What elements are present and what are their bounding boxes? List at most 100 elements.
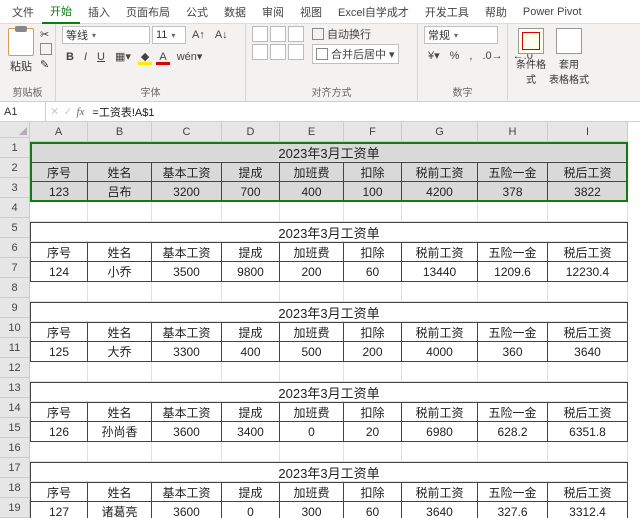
row-header-17[interactable]: 17 — [0, 458, 30, 478]
row-header-15[interactable]: 15 — [0, 418, 30, 438]
tab-learn[interactable]: Excel自学成才 — [330, 1, 417, 23]
data-cell[interactable]: 124 — [30, 262, 88, 282]
data-cell[interactable]: 20 — [344, 422, 402, 442]
tab-layout[interactable]: 页面布局 — [118, 1, 178, 23]
data-cell[interactable]: 400 — [222, 342, 280, 362]
cell[interactable] — [222, 442, 280, 462]
col-label[interactable]: 税后工资 — [548, 322, 628, 342]
col-header-H[interactable]: H — [478, 122, 548, 142]
col-label[interactable]: 序号 — [30, 482, 88, 502]
font-size-combo[interactable]: 11▾ — [152, 26, 186, 44]
data-cell[interactable]: 500 — [280, 342, 344, 362]
row-header-7[interactable]: 7 — [0, 258, 30, 278]
cell[interactable] — [344, 442, 402, 462]
currency-icon[interactable]: ¥▾ — [424, 47, 444, 64]
col-label[interactable]: 序号 — [30, 162, 88, 182]
paste-button[interactable]: 粘贴 — [6, 26, 36, 76]
col-label[interactable]: 提成 — [222, 322, 280, 342]
col-label[interactable]: 姓名 — [88, 162, 152, 182]
slip-title[interactable]: 2023年3月工资单 — [30, 462, 628, 482]
cut-icon[interactable]: ✂ — [40, 28, 52, 40]
cell[interactable] — [344, 362, 402, 382]
col-label[interactable]: 税后工资 — [548, 242, 628, 262]
row-header-2[interactable]: 2 — [0, 158, 30, 178]
col-label[interactable]: 五险一金 — [478, 322, 548, 342]
data-cell[interactable]: 378 — [478, 182, 548, 202]
comma-icon[interactable]: , — [465, 48, 476, 64]
wrap-text-button[interactable]: 自动换行 — [312, 26, 399, 42]
col-label[interactable]: 姓名 — [88, 242, 152, 262]
cell[interactable] — [280, 282, 344, 302]
col-label[interactable]: 税前工资 — [402, 402, 478, 422]
row-header-18[interactable]: 18 — [0, 478, 30, 498]
col-label[interactable]: 提成 — [222, 162, 280, 182]
data-cell[interactable]: 3200 — [152, 182, 222, 202]
col-header-C[interactable]: C — [152, 122, 222, 142]
cell[interactable] — [152, 442, 222, 462]
data-cell[interactable]: 6980 — [402, 422, 478, 442]
tab-formulas[interactable]: 公式 — [178, 1, 216, 23]
cell[interactable] — [30, 202, 88, 222]
data-cell[interactable]: 1209.6 — [478, 262, 548, 282]
col-label[interactable]: 姓名 — [88, 322, 152, 342]
row-header-8[interactable]: 8 — [0, 278, 30, 298]
data-cell[interactable]: 3312.4 — [548, 502, 628, 518]
data-cell[interactable]: 3600 — [152, 422, 222, 442]
cell[interactable] — [222, 362, 280, 382]
formula-input[interactable]: =工资表!A$1 — [88, 104, 640, 120]
tab-dev[interactable]: 开发工具 — [417, 1, 477, 23]
col-label[interactable]: 提成 — [222, 402, 280, 422]
data-cell[interactable]: 360 — [478, 342, 548, 362]
data-cell[interactable]: 3640 — [548, 342, 628, 362]
tab-powerpivot[interactable]: Power Pivot — [515, 3, 590, 21]
data-cell[interactable]: 100 — [344, 182, 402, 202]
format-table-button[interactable]: 套用 表格格式 — [552, 26, 586, 88]
data-cell[interactable]: 12230.4 — [548, 262, 628, 282]
data-cell[interactable]: 200 — [280, 262, 344, 282]
data-cell[interactable]: 4200 — [402, 182, 478, 202]
cell[interactable] — [548, 282, 628, 302]
row-header-13[interactable]: 13 — [0, 378, 30, 398]
cell[interactable] — [88, 202, 152, 222]
col-label[interactable]: 基本工资 — [152, 162, 222, 182]
col-label[interactable]: 扣除 — [344, 482, 402, 502]
data-cell[interactable]: 3822 — [548, 182, 628, 202]
fill-color-button[interactable]: ◆ — [137, 48, 153, 65]
cell[interactable] — [88, 362, 152, 382]
tab-data[interactable]: 数据 — [216, 1, 254, 23]
data-cell[interactable]: 327.6 — [478, 502, 548, 518]
row-header-3[interactable]: 3 — [0, 178, 30, 198]
conditional-format-button[interactable]: 条件格式 — [514, 26, 548, 88]
col-label[interactable]: 税后工资 — [548, 482, 628, 502]
slip-title[interactable]: 2023年3月工资单 — [30, 382, 628, 402]
col-label[interactable]: 税前工资 — [402, 162, 478, 182]
col-label[interactable]: 姓名 — [88, 482, 152, 502]
cell[interactable] — [152, 202, 222, 222]
cell[interactable] — [88, 282, 152, 302]
italic-button[interactable]: I — [80, 49, 91, 65]
data-cell[interactable]: 60 — [344, 262, 402, 282]
slip-title[interactable]: 2023年3月工资单 — [30, 142, 628, 162]
data-cell[interactable]: 诸葛亮 — [88, 502, 152, 518]
tab-view[interactable]: 视图 — [292, 1, 330, 23]
col-label[interactable]: 序号 — [30, 242, 88, 262]
col-label[interactable]: 扣除 — [344, 162, 402, 182]
cell[interactable] — [222, 202, 280, 222]
data-cell[interactable]: 孙尚香 — [88, 422, 152, 442]
cell[interactable] — [548, 202, 628, 222]
col-label[interactable]: 加班费 — [280, 162, 344, 182]
cell[interactable] — [344, 282, 402, 302]
cell[interactable] — [152, 282, 222, 302]
data-cell[interactable]: 大乔 — [88, 342, 152, 362]
tab-insert[interactable]: 插入 — [80, 1, 118, 23]
increase-font-icon[interactable]: A↑ — [188, 27, 209, 43]
accept-formula-icon[interactable]: ✓ — [63, 105, 72, 118]
select-all-corner[interactable] — [0, 122, 30, 138]
data-cell[interactable]: 125 — [30, 342, 88, 362]
underline-button[interactable]: U — [93, 49, 109, 65]
col-label[interactable]: 序号 — [30, 402, 88, 422]
data-cell[interactable]: 13440 — [402, 262, 478, 282]
col-label[interactable]: 姓名 — [88, 402, 152, 422]
col-label[interactable]: 基本工资 — [152, 322, 222, 342]
data-cell[interactable]: 3600 — [152, 502, 222, 518]
